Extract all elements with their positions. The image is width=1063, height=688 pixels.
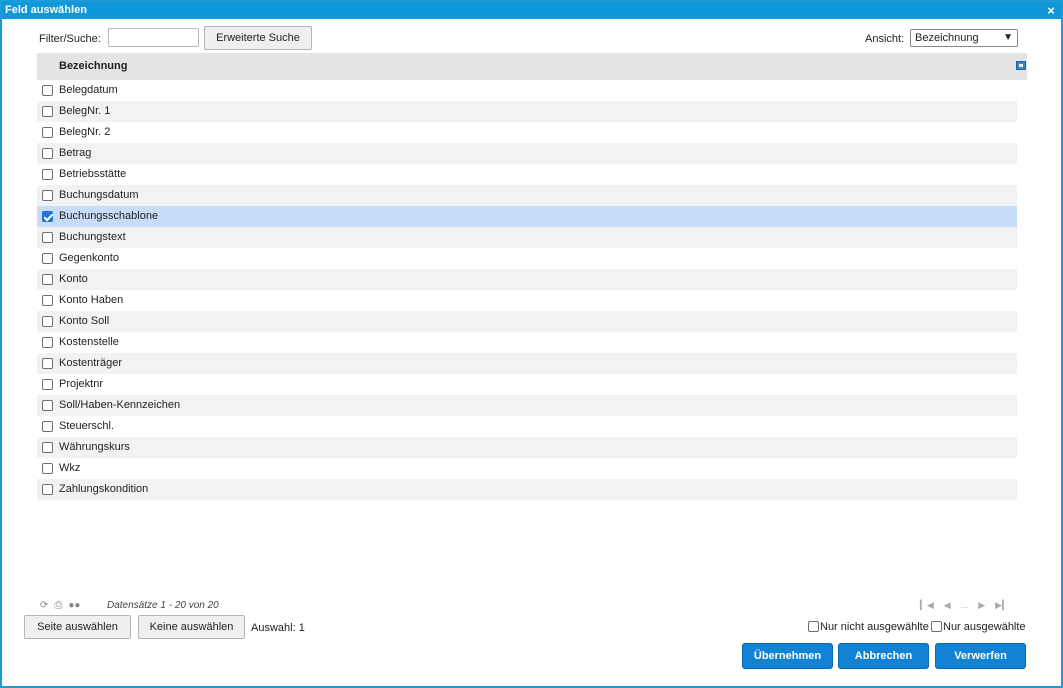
page-ellipsis: ... bbox=[960, 600, 969, 610]
list-item-label: Wkz bbox=[59, 462, 81, 474]
list-item-label: Konto Soll bbox=[59, 315, 110, 327]
list-item[interactable]: Kostenträger bbox=[37, 353, 1017, 374]
list-item[interactable]: Zahlungskondition bbox=[37, 479, 1017, 500]
row-checkbox[interactable] bbox=[42, 358, 53, 369]
dialog-titlebar: Feld auswählen × bbox=[2, 2, 1061, 19]
view-select-value: Bezeichnung bbox=[915, 32, 979, 44]
dialog-title: Feld auswählen bbox=[5, 4, 87, 16]
field-list: Belegdatum BelegNr. 1 BelegNr. 2 Betrag Betr… bbox=[37, 80, 1017, 500]
list-item[interactable]: Belegdatum bbox=[37, 80, 1017, 101]
only-selected-checkbox[interactable]: Nur ausgewählte bbox=[931, 621, 1026, 633]
filter-search-input[interactable] bbox=[108, 28, 199, 47]
view-label: Ansicht: bbox=[865, 33, 905, 45]
list-item-label: Betriebsstätte bbox=[59, 168, 127, 180]
list-item[interactable]: Buchungsdatum bbox=[37, 185, 1017, 206]
only-unselected-checkbox[interactable]: Nur nicht ausgewählte bbox=[808, 621, 929, 633]
select-none-button[interactable]: Keine auswählen bbox=[138, 615, 245, 639]
only-unselected-label: Nur nicht ausgewählte bbox=[820, 621, 929, 633]
list-item-label: Konto Haben bbox=[59, 294, 124, 306]
last-page-icon[interactable]: ▶▎ bbox=[995, 600, 1009, 611]
row-checkbox[interactable] bbox=[42, 127, 53, 138]
row-checkbox[interactable] bbox=[42, 316, 53, 327]
view-select[interactable]: Bezeichnung ▼ bbox=[910, 29, 1018, 47]
row-checkbox[interactable] bbox=[42, 337, 53, 348]
row-checkbox[interactable] bbox=[42, 253, 53, 264]
list-item-label: Zahlungskondition bbox=[59, 483, 149, 495]
pager-tools: ⟳ ⎙ ●● bbox=[40, 600, 86, 611]
list-item-label: Währungskurs bbox=[59, 441, 130, 453]
list-item-label: BelegNr. 2 bbox=[59, 126, 111, 138]
list-item-label: Steuerschl. bbox=[59, 420, 115, 432]
row-checkbox[interactable] bbox=[42, 190, 53, 201]
list-item-label: Soll/Haben-Kennzeichen bbox=[59, 399, 181, 411]
selection-count: Auswahl: 1 bbox=[251, 622, 305, 634]
list-item[interactable]: Buchungstext bbox=[37, 227, 1017, 248]
row-checkbox[interactable] bbox=[42, 295, 53, 306]
list-item[interactable]: Soll/Haben-Kennzeichen bbox=[37, 395, 1017, 416]
list-item[interactable]: Wkz bbox=[37, 458, 1017, 479]
list-item-label: Belegdatum bbox=[59, 84, 118, 96]
row-checkbox[interactable] bbox=[42, 106, 53, 117]
list-item[interactable]: Kostenstelle bbox=[37, 332, 1017, 353]
row-checkbox[interactable] bbox=[42, 442, 53, 453]
list-item-label: Konto bbox=[59, 273, 88, 285]
select-page-button[interactable]: Seite auswählen bbox=[24, 615, 131, 639]
row-checkbox[interactable] bbox=[42, 211, 53, 222]
cancel-button[interactable]: Abbrechen bbox=[838, 643, 929, 669]
previous-page-icon[interactable]: ◀ bbox=[944, 600, 951, 611]
list-item-label: Projektnr bbox=[59, 378, 104, 390]
refresh-icon[interactable]: ⟳ bbox=[40, 600, 48, 611]
more-icon[interactable]: ●● bbox=[68, 600, 80, 611]
row-checkbox[interactable] bbox=[42, 148, 53, 159]
row-checkbox[interactable] bbox=[42, 400, 53, 411]
list-item[interactable]: Steuerschl. bbox=[37, 416, 1017, 437]
row-checkbox[interactable] bbox=[42, 463, 53, 474]
list-item[interactable]: Gegenkonto bbox=[37, 248, 1017, 269]
column-header-bezeichnung[interactable]: Bezeichnung bbox=[37, 53, 1027, 80]
list-item[interactable]: Konto Haben bbox=[37, 290, 1017, 311]
close-icon[interactable]: × bbox=[1045, 2, 1057, 19]
apply-button[interactable]: Übernehmen bbox=[742, 643, 833, 669]
list-item[interactable]: Projektnr bbox=[37, 374, 1017, 395]
list-item[interactable]: Buchungsschablone bbox=[37, 206, 1017, 227]
row-checkbox[interactable] bbox=[42, 379, 53, 390]
list-item-label: Buchungstext bbox=[59, 231, 126, 243]
list-item[interactable]: BelegNr. 2 bbox=[37, 122, 1017, 143]
chevron-down-icon: ▼ bbox=[1003, 32, 1013, 43]
pager-navigation: ▎◀ ◀... ▶ ▶▎ bbox=[910, 600, 1009, 611]
discard-button[interactable]: Verwerfen bbox=[935, 643, 1026, 669]
list-item-label: Betrag bbox=[59, 147, 92, 159]
next-page-icon[interactable]: ▶ bbox=[978, 600, 985, 611]
list-item[interactable]: Währungskurs bbox=[37, 437, 1017, 458]
list-item-label: Buchungsdatum bbox=[59, 189, 139, 201]
list-item[interactable]: Betrag bbox=[37, 143, 1017, 164]
row-checkbox[interactable] bbox=[42, 232, 53, 243]
column-settings-icon[interactable] bbox=[1016, 61, 1026, 70]
column-header-label: Bezeichnung bbox=[59, 60, 128, 72]
row-checkbox[interactable] bbox=[42, 169, 53, 180]
row-checkbox[interactable] bbox=[42, 85, 53, 96]
records-info: Datensätze 1 - 20 von 20 bbox=[107, 600, 219, 611]
only-selected-label: Nur ausgewählte bbox=[943, 621, 1026, 633]
list-item[interactable]: Betriebsstätte bbox=[37, 164, 1017, 185]
list-item-label: Buchungsschablone bbox=[59, 210, 159, 222]
list-item[interactable]: Konto bbox=[37, 269, 1017, 290]
print-icon[interactable]: ⎙ bbox=[54, 600, 62, 611]
list-item[interactable]: Konto Soll bbox=[37, 311, 1017, 332]
advanced-search-button[interactable]: Erweiterte Suche bbox=[204, 26, 312, 50]
row-checkbox[interactable] bbox=[42, 484, 53, 495]
row-checkbox[interactable] bbox=[42, 421, 53, 432]
list-item-label: Kostenträger bbox=[59, 357, 122, 369]
list-item-label: Gegenkonto bbox=[59, 252, 119, 264]
field-select-dialog: Feld auswählen × Filter/Suche: Erweitert… bbox=[0, 0, 1063, 688]
checkbox-box[interactable] bbox=[808, 621, 819, 632]
list-item[interactable]: BelegNr. 1 bbox=[37, 101, 1017, 122]
list-item-label: BelegNr. 1 bbox=[59, 105, 111, 117]
first-page-icon[interactable]: ▎◀ bbox=[920, 600, 934, 611]
row-checkbox[interactable] bbox=[42, 274, 53, 285]
filter-label: Filter/Suche: bbox=[39, 33, 101, 45]
list-item-label: Kostenstelle bbox=[59, 336, 119, 348]
checkbox-box[interactable] bbox=[931, 621, 942, 632]
